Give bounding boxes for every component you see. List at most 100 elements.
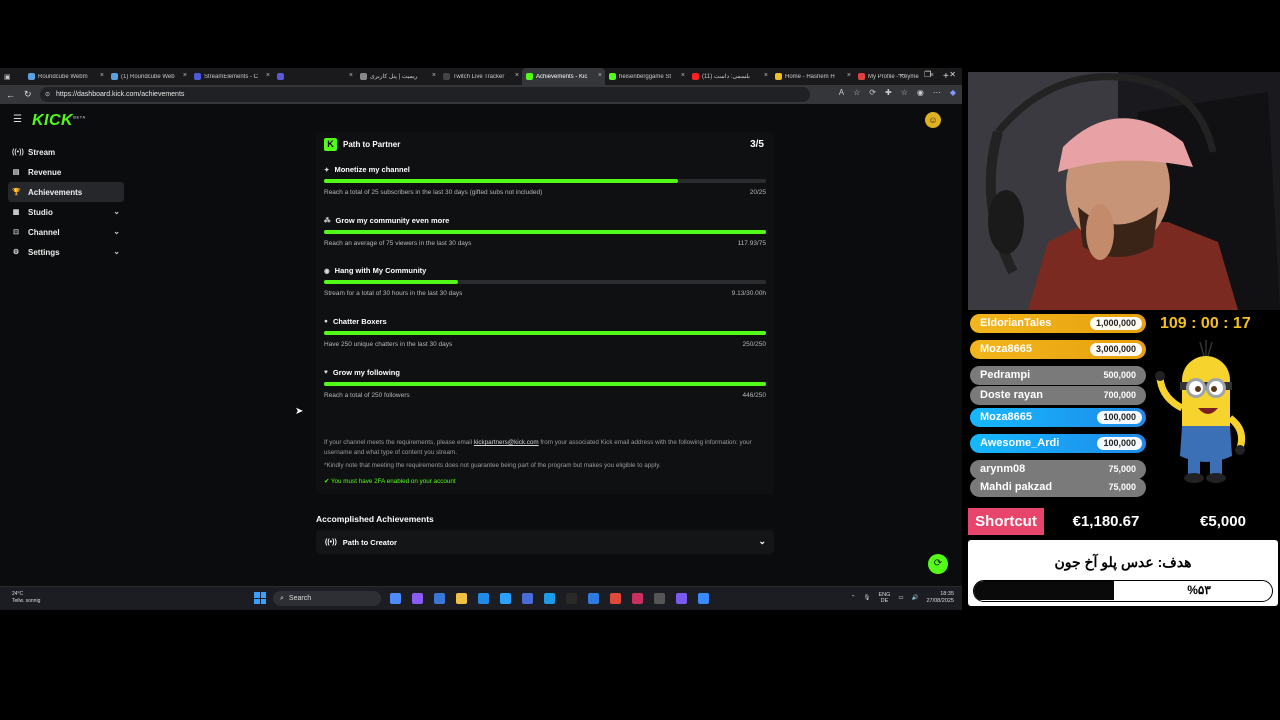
sidebar-item-settings[interactable]: ⚙ Settings ⌄	[8, 242, 124, 262]
browser-tab[interactable]: Achievements - Kic ×	[522, 68, 605, 85]
browser-tab[interactable]: (1) Roundcube Web ×	[107, 68, 190, 85]
taskbar-app-icon[interactable]	[698, 593, 709, 604]
donor-entry: Moza8665 3,000,000	[970, 340, 1146, 359]
taskbar-app-icon[interactable]	[588, 593, 599, 604]
taskbar-app-icon[interactable]	[566, 593, 577, 604]
sidebar-item-studio[interactable]: ▦ Studio ⌄	[8, 202, 124, 222]
tab-close-icon[interactable]: ×	[847, 72, 851, 79]
sidebar-item-label: Settings	[28, 247, 60, 257]
chevron-down-icon[interactable]: ⌄	[113, 207, 120, 216]
minimize-icon[interactable]: —	[898, 70, 906, 79]
menu-dots-icon[interactable]: ⋯	[933, 88, 941, 97]
studio-icon: ▦	[12, 209, 20, 216]
twofa-text: You must have 2FA enabled on your accoun…	[330, 478, 456, 485]
taskbar-app-icon[interactable]	[434, 593, 445, 604]
achievement-title: Hang with My Community	[334, 266, 427, 276]
site-info-icon[interactable]: ⊙	[45, 91, 50, 98]
chevron-down-icon[interactable]: ⌄	[113, 227, 120, 236]
mouse-cursor-icon: ➤	[295, 406, 304, 417]
partner-email-link[interactable]: kickpartners@kick.com	[474, 439, 539, 446]
tab-close-icon[interactable]: ×	[100, 72, 104, 79]
browser-tab[interactable]: Roundcube Webm ×	[24, 68, 107, 85]
copilot-icon[interactable]: ◆	[950, 88, 956, 97]
maximize-icon[interactable]: ❐	[924, 70, 931, 79]
taskbar-app-icon[interactable]	[456, 593, 467, 604]
taskbar-search[interactable]: ⌕ Search	[273, 591, 381, 606]
favorite-star-icon[interactable]: ☆	[853, 88, 860, 97]
sidebar-item-revenue[interactable]: ▤ Revenue	[8, 162, 124, 182]
extension-icon[interactable]: ✚	[885, 88, 892, 97]
tab-title: (1) Roundcube Web	[121, 73, 175, 80]
reload-icon[interactable]: ↻	[24, 89, 32, 100]
donor-entry: Moza8665 100,000	[970, 408, 1146, 427]
browser-window: ▣ Roundcube Webm × (1) Roundcube Web × Strea…	[0, 68, 962, 586]
url-field[interactable]: ⊙ https://dashboard.kick.com/achievement…	[40, 87, 810, 102]
speaker-icon[interactable]: 🔊	[912, 595, 919, 601]
taskbar-app-icon[interactable]	[500, 593, 511, 604]
tab-actions-icon[interactable]: ▣	[4, 73, 24, 81]
help-chat-button[interactable]: ⟳	[928, 554, 948, 574]
hamburger-menu-icon[interactable]: ☰	[13, 114, 22, 125]
taskbar-app-icon[interactable]	[412, 593, 423, 604]
tab-close-icon[interactable]: ×	[598, 72, 602, 79]
taskbar-app-icon[interactable]	[632, 593, 643, 604]
browser-tab[interactable]: ریمیت | پنل کاربری ×	[356, 68, 439, 85]
browser-tab[interactable]: StreamElements - C ×	[190, 68, 273, 85]
taskbar-app-icon[interactable]	[610, 593, 621, 604]
tab-close-icon[interactable]: ×	[515, 72, 519, 79]
tab-close-icon[interactable]: ×	[681, 72, 685, 79]
chevron-down-icon[interactable]: ⌄	[758, 536, 766, 547]
browser-tab[interactable]: Twitch Live Tracker ×	[439, 68, 522, 85]
tab-close-icon[interactable]: ×	[764, 72, 768, 79]
shortcut-label: Shortcut	[968, 508, 1044, 535]
taskbar-app-icon[interactable]	[654, 593, 665, 604]
card-header: K Path to Partner	[324, 138, 400, 151]
tab-close-icon[interactable]: ×	[183, 72, 187, 79]
sidebar-item-channel[interactable]: ⊡ Channel ⌄	[8, 222, 124, 242]
donor-entry: Doste rayan 700,000	[970, 386, 1146, 405]
tab-close-icon[interactable]: ×	[349, 72, 353, 79]
taskbar-app-icon[interactable]	[478, 593, 489, 604]
kick-logo[interactable]: KICKBETA	[32, 112, 86, 130]
tab-favicon-icon	[526, 73, 533, 80]
webcam-feed	[968, 72, 1280, 310]
network-icon[interactable]: ▭	[898, 595, 903, 601]
refresh-extension-icon[interactable]: ⟳	[869, 88, 876, 97]
accomplished-path-to-creator[interactable]: ((•)) Path to Creator ⌄	[316, 530, 774, 554]
profile-icon[interactable]: ◉	[917, 88, 924, 97]
browser-tab[interactable]: ×	[273, 68, 356, 85]
tab-close-icon[interactable]: ×	[432, 72, 436, 79]
donor-name: Awesome_Ardi	[980, 437, 1060, 449]
user-avatar[interactable]: ☺	[925, 112, 941, 128]
donor-name: Doste rayan	[980, 389, 1043, 401]
search-icon: ⌕	[280, 594, 284, 602]
weather-widget[interactable]: 24°C Teilw. sonnig	[12, 591, 40, 605]
tab-close-icon[interactable]: ×	[266, 72, 270, 79]
close-window-icon[interactable]: ✕	[949, 70, 956, 79]
back-icon[interactable]: ←	[6, 90, 15, 100]
taskbar-app-icon[interactable]	[522, 593, 533, 604]
sidebar-item-achievements[interactable]: 🏆 Achievements	[8, 182, 124, 202]
achievement-description: Reach a total of 250 followers	[324, 391, 410, 399]
trophy-icon: 🏆	[12, 189, 21, 196]
chevron-up-icon[interactable]: ⌃	[851, 595, 856, 601]
achievement-progress-fill	[324, 229, 766, 234]
browser-tab[interactable]: heisenberggame St ×	[605, 68, 688, 85]
achievement-value: 117.93/75	[737, 239, 766, 247]
language-indicator[interactable]: ENG DE	[878, 592, 890, 604]
read-aloud-icon[interactable]: A	[839, 88, 844, 97]
clock[interactable]: 18:35 27/08/2025	[926, 591, 954, 605]
sidebar-item-stream[interactable]: ((•)) Stream	[8, 142, 124, 162]
chevron-down-icon[interactable]: ⌄	[113, 247, 120, 256]
achievement-title: Monetize my channel	[334, 165, 410, 174]
donor-name: Mahdi pakzad	[980, 481, 1053, 493]
achievement-progress-fill	[324, 331, 766, 336]
collections-icon[interactable]: ☆	[901, 88, 908, 97]
start-button[interactable]	[254, 592, 266, 604]
browser-tab[interactable]: Home - Hashem H ×	[771, 68, 854, 85]
taskbar-app-icon[interactable]	[390, 593, 401, 604]
taskbar-app-icon[interactable]	[676, 593, 687, 604]
mic-icon[interactable]: 🎙	[864, 595, 871, 601]
taskbar-app-icon[interactable]	[544, 593, 555, 604]
browser-tab[interactable]: (11) بلسمی: داست ×	[688, 68, 771, 85]
